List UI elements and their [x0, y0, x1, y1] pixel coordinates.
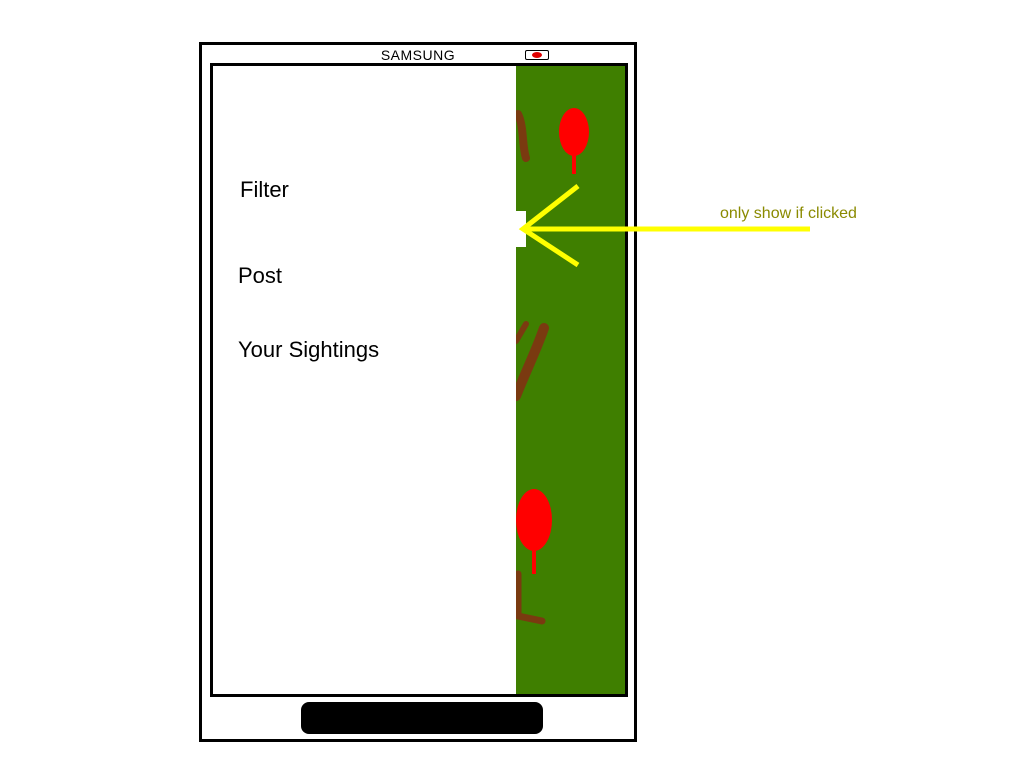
- annotation-arrow-icon: [518, 184, 810, 268]
- annotation-note: only show if clicked: [720, 205, 857, 222]
